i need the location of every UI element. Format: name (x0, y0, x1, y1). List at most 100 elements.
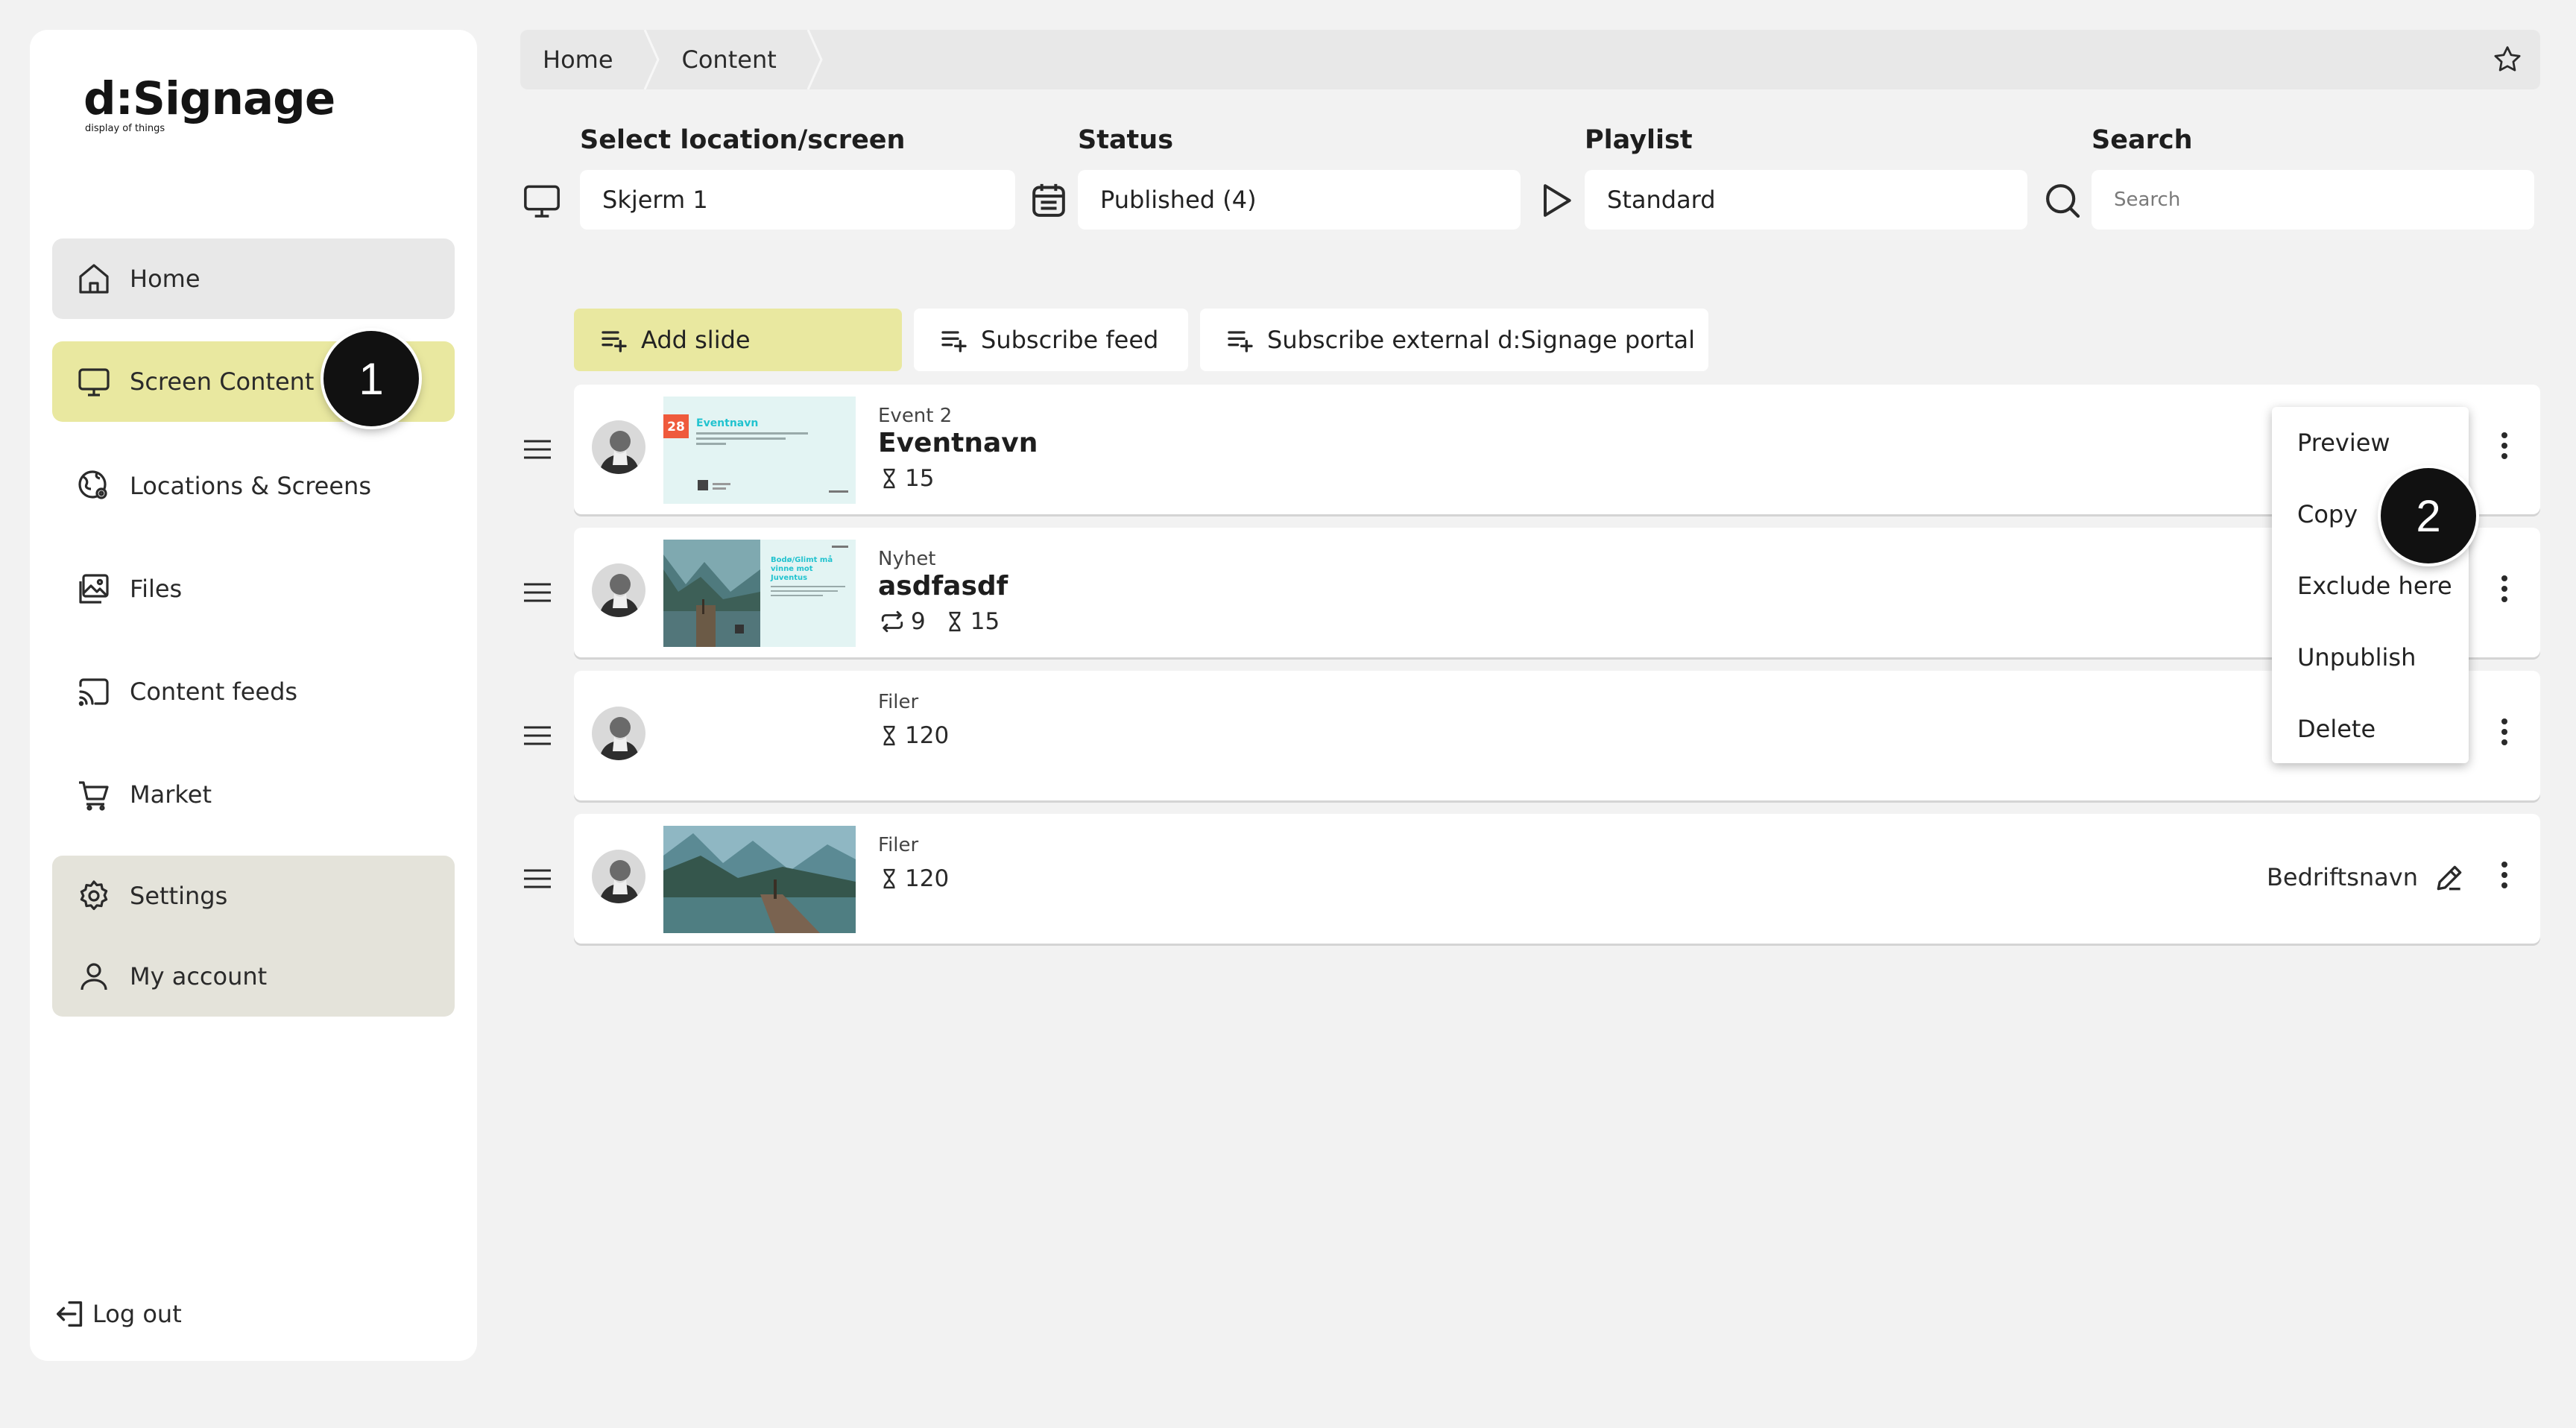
slide-stats: 9 15 (878, 608, 1017, 635)
add-slide-button[interactable]: Add slide (574, 309, 902, 371)
status-filter-label: Status (1078, 125, 1174, 155)
subscribe-external-portal-button[interactable]: Subscribe external d:Signage portal (1200, 309, 1708, 371)
search-icon (2041, 179, 2084, 222)
sidebar-item-label: Home (130, 265, 201, 293)
slide-context-menu: Preview Copy Exclude here Unpublish Dele… (2272, 407, 2469, 763)
slide-duration: 120 (905, 721, 950, 749)
slide-thumbnail: 28 Eventnavn (663, 397, 856, 504)
sidebar-item-locations-screens[interactable]: Locations & Screens (52, 446, 455, 526)
drag-handle-icon[interactable] (522, 581, 553, 604)
slide-stats: 120 (878, 722, 967, 749)
sidebar-item-label: Market (130, 780, 212, 809)
slide-row[interactable]: Bodø/Glimt må vinne mot Juventus Nyhet asd… (574, 528, 2540, 657)
sidebar-item-my-account[interactable]: My account (52, 936, 455, 1017)
subscribe-feed-label: Subscribe feed (981, 326, 1159, 354)
playlist-select[interactable]: Standard (1585, 170, 2027, 230)
hourglass-icon (878, 866, 905, 891)
svg-text:Juventus: Juventus (770, 574, 807, 582)
sidebar-item-label: My account (130, 962, 268, 991)
step-badge-1: 1 (323, 331, 419, 426)
sidebar-item-label: Files (130, 575, 183, 603)
location-select[interactable]: Skjerm 1 (580, 170, 1015, 230)
sidebar-item-files[interactable]: Files (52, 549, 455, 629)
duration-stat: 15 (944, 608, 1000, 635)
svg-text:28: 28 (667, 420, 685, 435)
slide-repeat-count: 9 (911, 607, 926, 635)
hourglass-icon (944, 609, 970, 634)
sidebar-item-label: Locations & Screens (130, 472, 371, 500)
more-vertical-icon[interactable] (2498, 717, 2510, 747)
drag-handle-icon[interactable] (522, 724, 553, 747)
slide-stats: 120 (878, 865, 967, 892)
menu-item-preview[interactable]: Preview (2272, 407, 2469, 478)
menu-item-delete[interactable]: Delete (2272, 693, 2469, 765)
breadcrumb: Home Content (520, 30, 2540, 89)
playlist-select-value: Standard (1607, 186, 1716, 214)
playlist-add-icon (599, 325, 629, 355)
slide-row[interactable]: Filer 120 Bedriftsnavn (574, 814, 2540, 944)
gear-icon (75, 876, 113, 915)
svg-text:Eventnavn: Eventnavn (696, 417, 758, 429)
logout-button[interactable]: Log out (54, 1297, 182, 1331)
slide-meta: Filer 120 (878, 835, 967, 892)
slide-meta: Filer 120 (878, 692, 967, 749)
search-input[interactable]: Search (2092, 170, 2534, 230)
playlist-filter-label: Playlist (1585, 125, 1693, 155)
sidebar-item-label: Settings (130, 882, 228, 910)
slide-row[interactable]: Filer 120 (574, 671, 2540, 800)
duration-stat: 120 (878, 865, 949, 892)
repeat-icon (878, 609, 911, 634)
sidebar-item-label: Screen Content (130, 367, 315, 396)
slide-title: Eventnavn (878, 427, 1038, 458)
hourglass-icon (878, 466, 905, 491)
sidebar-item-market[interactable]: Market (52, 754, 455, 835)
more-vertical-icon[interactable] (2498, 574, 2510, 604)
slide-duration: 120 (905, 865, 950, 892)
breadcrumb-separator (643, 30, 660, 89)
sidebar-item-content-feeds[interactable]: Content feeds (52, 651, 455, 732)
location-filter-label: Select location/screen (580, 125, 906, 155)
drag-handle-icon[interactable] (522, 438, 553, 461)
slide-meta: Event 2 Eventnavn 15 (878, 405, 1038, 492)
slide-duration: 15 (905, 464, 935, 492)
sidebar-item-home[interactable]: Home (52, 238, 455, 319)
brand-logo[interactable]: d:Signage display of things (83, 76, 335, 134)
menu-item-unpublish[interactable]: Unpublish (2272, 622, 2469, 693)
slide-thumbnail (663, 826, 856, 933)
slide-meta: Nyhet asdfasdf 9 15 (878, 549, 1017, 635)
subscribe-feed-button[interactable]: Subscribe feed (914, 309, 1188, 371)
breadcrumb-home[interactable]: Home (520, 30, 643, 89)
edit-icon[interactable] (2433, 862, 2466, 894)
logout-icon (54, 1297, 88, 1331)
user-icon (75, 957, 113, 996)
avatar (592, 563, 645, 617)
status-select[interactable]: Published (4) (1078, 170, 1521, 230)
slide-thumbnail: Bodø/Glimt må vinne mot Juventus (663, 540, 856, 647)
more-vertical-icon[interactable] (2498, 860, 2510, 890)
sidebar-item-settings[interactable]: Settings (52, 856, 455, 936)
cast-icon (75, 672, 113, 711)
monitor-icon (520, 179, 564, 222)
sidebar-item-label: Content feeds (130, 677, 298, 706)
slide-title: asdfasdf (878, 570, 1008, 601)
duration-stat: 120 (878, 722, 949, 749)
subscribe-external-label: Subscribe external d:Signage portal (1267, 326, 1695, 354)
slide-row[interactable]: 28 Eventnavn Event 2 Eventnavn 15 (574, 385, 2540, 514)
search-label: Search (2092, 125, 2193, 155)
image-icon (75, 569, 113, 608)
slide-category: Filer (878, 691, 919, 713)
location-select-value: Skjerm 1 (602, 186, 708, 214)
star-icon[interactable] (2491, 43, 2524, 76)
add-slide-label: Add slide (641, 326, 751, 354)
search-placeholder: Search (2114, 189, 2181, 211)
logout-label: Log out (92, 1300, 182, 1328)
more-vertical-icon[interactable] (2498, 431, 2510, 461)
drag-handle-icon[interactable] (522, 868, 553, 890)
slide-category: Filer (878, 834, 919, 856)
breadcrumb-content[interactable]: Content (660, 30, 806, 89)
status-select-value: Published (4) (1100, 186, 1257, 214)
step-badge-2: 2 (2381, 468, 2476, 563)
slide-category: Nyhet (878, 548, 936, 570)
avatar (592, 707, 645, 760)
location-icon (75, 467, 113, 505)
